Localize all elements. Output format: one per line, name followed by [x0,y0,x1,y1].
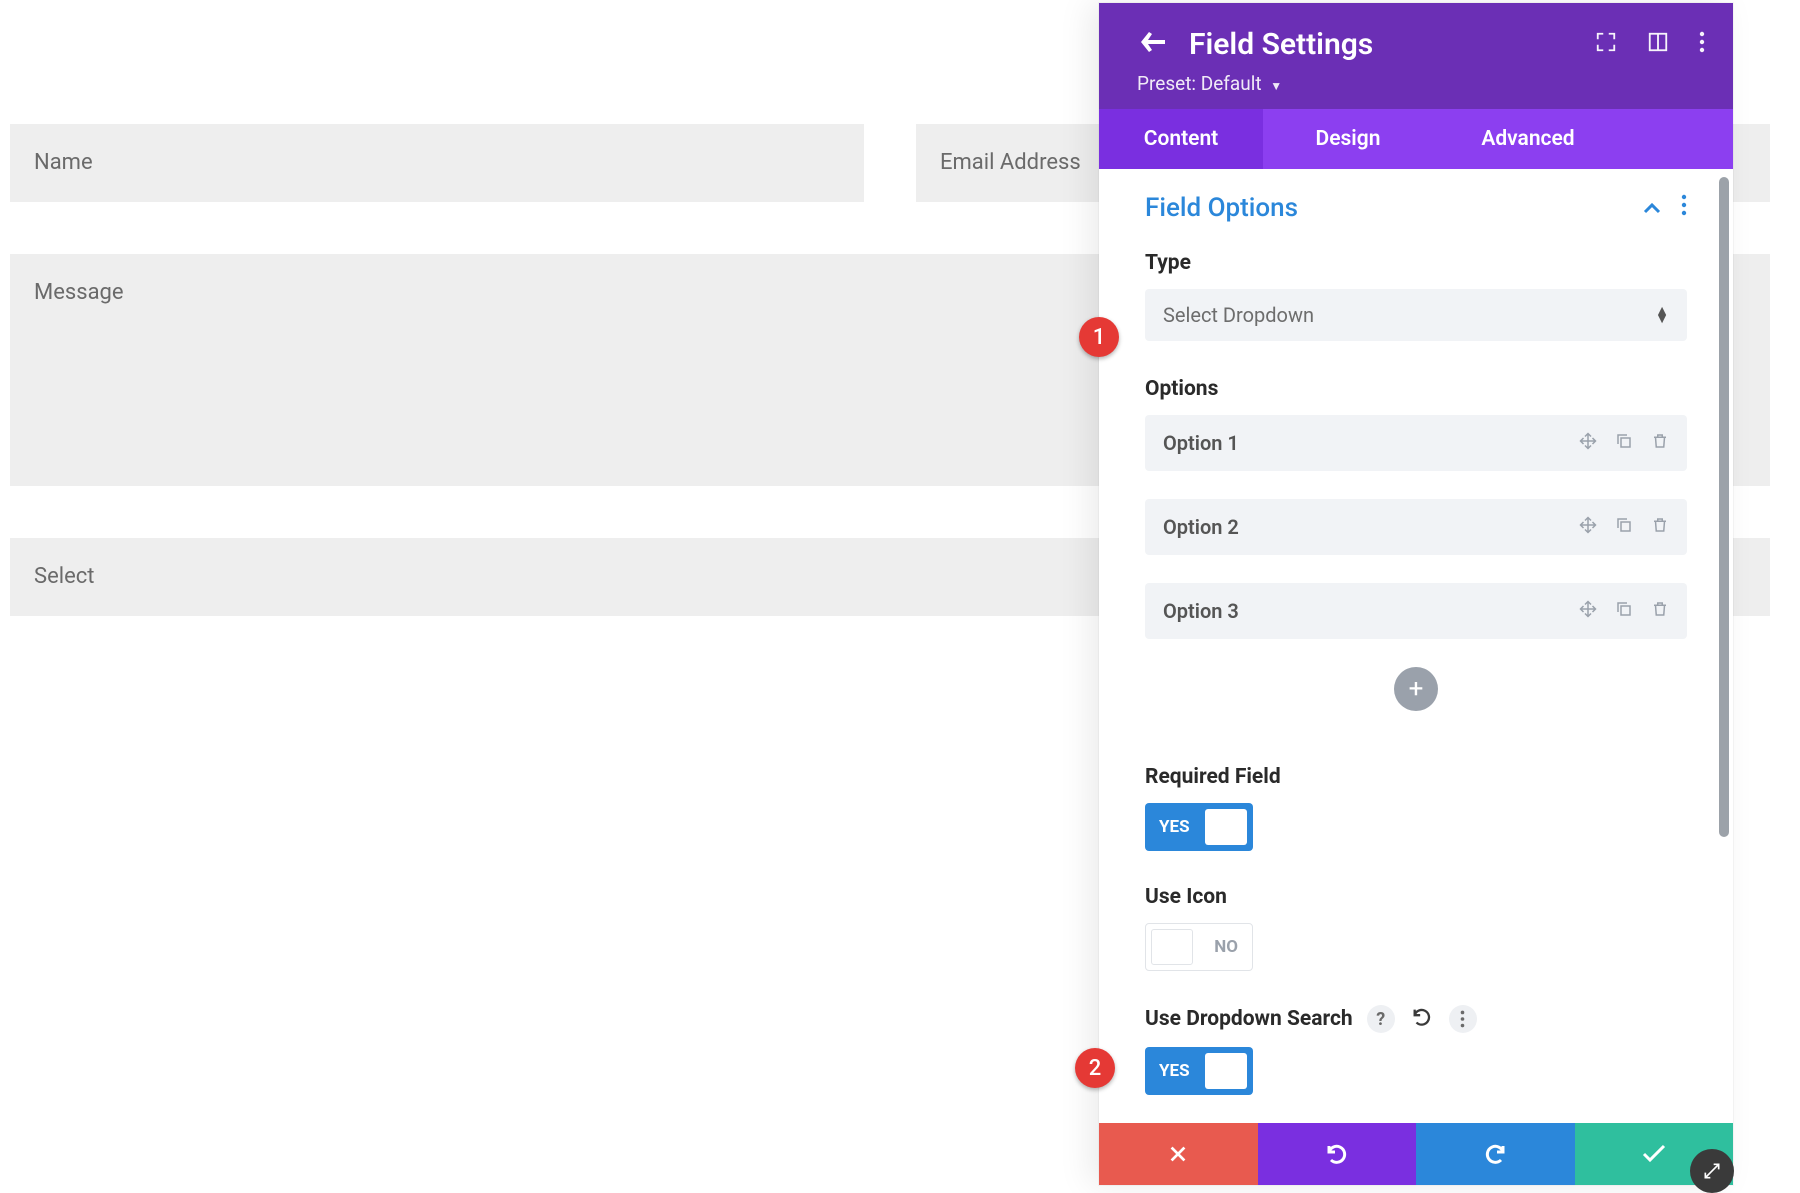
preset-selector[interactable]: Preset: Default ▼ [1137,72,1705,95]
tab-content[interactable]: Content [1099,109,1263,169]
toggle-knob [1205,809,1247,845]
required-field-label: Required Field [1145,765,1687,789]
trash-icon[interactable] [1651,515,1669,539]
panel-title: Field Settings [1189,27,1595,62]
chevron-down-icon: ▼ [1270,79,1282,93]
cancel-button[interactable] [1099,1123,1258,1185]
option-label: Option 1 [1163,431,1579,455]
tab-advanced[interactable]: Advanced [1433,109,1623,169]
sort-icon: ▲▼ [1655,307,1669,323]
resize-handle[interactable] [1690,1149,1734,1193]
option-label: Option 3 [1163,599,1579,623]
panel-body: Field Options Type Select Dropdown ▲▼ Op… [1099,169,1733,1123]
panel-tabs: Content Design Advanced [1099,109,1733,169]
undo-button[interactable] [1258,1123,1417,1185]
back-icon[interactable] [1137,28,1167,61]
columns-icon[interactable] [1647,31,1669,59]
expand-icon[interactable] [1595,31,1617,59]
callout-1: 1 [1079,317,1119,357]
redo-button[interactable] [1416,1123,1575,1185]
tab-design[interactable]: Design [1263,109,1433,169]
option-label: Option 2 [1163,515,1579,539]
move-icon[interactable] [1579,599,1597,623]
help-icon[interactable]: ? [1367,1005,1395,1033]
options-label: Options [1145,377,1687,401]
setting-kebab-icon[interactable] [1449,1005,1477,1033]
chevron-up-icon[interactable] [1643,198,1661,219]
toggle-knob [1205,1053,1247,1089]
panel-footer [1099,1123,1733,1185]
reset-icon[interactable] [1411,1006,1433,1032]
type-select[interactable]: Select Dropdown ▲▼ [1145,289,1687,341]
duplicate-icon[interactable] [1615,599,1633,623]
move-icon[interactable] [1579,515,1597,539]
preset-label: Preset: Default [1137,72,1262,95]
scrollbar[interactable] [1719,177,1729,837]
duplicate-icon[interactable] [1615,515,1633,539]
option-row[interactable]: Option 3 [1145,583,1687,639]
use-dropdown-search-label: Use Dropdown Search [1145,1007,1353,1031]
add-option-button[interactable]: + [1394,667,1438,711]
callout-2: 2 [1075,1048,1115,1088]
toggle-value: YES [1159,1061,1190,1081]
toggle-value: NO [1214,937,1238,957]
move-icon[interactable] [1579,431,1597,455]
required-field-toggle[interactable]: YES [1145,803,1253,851]
trash-icon[interactable] [1651,431,1669,455]
section-title: Field Options [1145,193,1298,223]
type-label: Type [1145,251,1687,275]
section-kebab-icon[interactable] [1681,194,1687,222]
use-icon-label: Use Icon [1145,885,1687,909]
name-field[interactable]: Name [10,124,864,202]
option-row[interactable]: Option 2 [1145,499,1687,555]
section-header[interactable]: Field Options [1145,193,1687,223]
trash-icon[interactable] [1651,599,1669,623]
type-select-value: Select Dropdown [1163,303,1314,327]
toggle-value: YES [1159,817,1190,837]
use-dropdown-search-toggle[interactable]: YES [1145,1047,1253,1095]
kebab-icon[interactable] [1699,31,1705,59]
toggle-knob [1151,929,1193,965]
panel-header: Field Settings Preset: Default ▼ [1099,3,1733,109]
settings-panel: Field Settings Preset: Default ▼ Content… [1099,3,1733,1185]
option-row[interactable]: Option 1 [1145,415,1687,471]
duplicate-icon[interactable] [1615,431,1633,455]
use-icon-toggle[interactable]: NO [1145,923,1253,971]
